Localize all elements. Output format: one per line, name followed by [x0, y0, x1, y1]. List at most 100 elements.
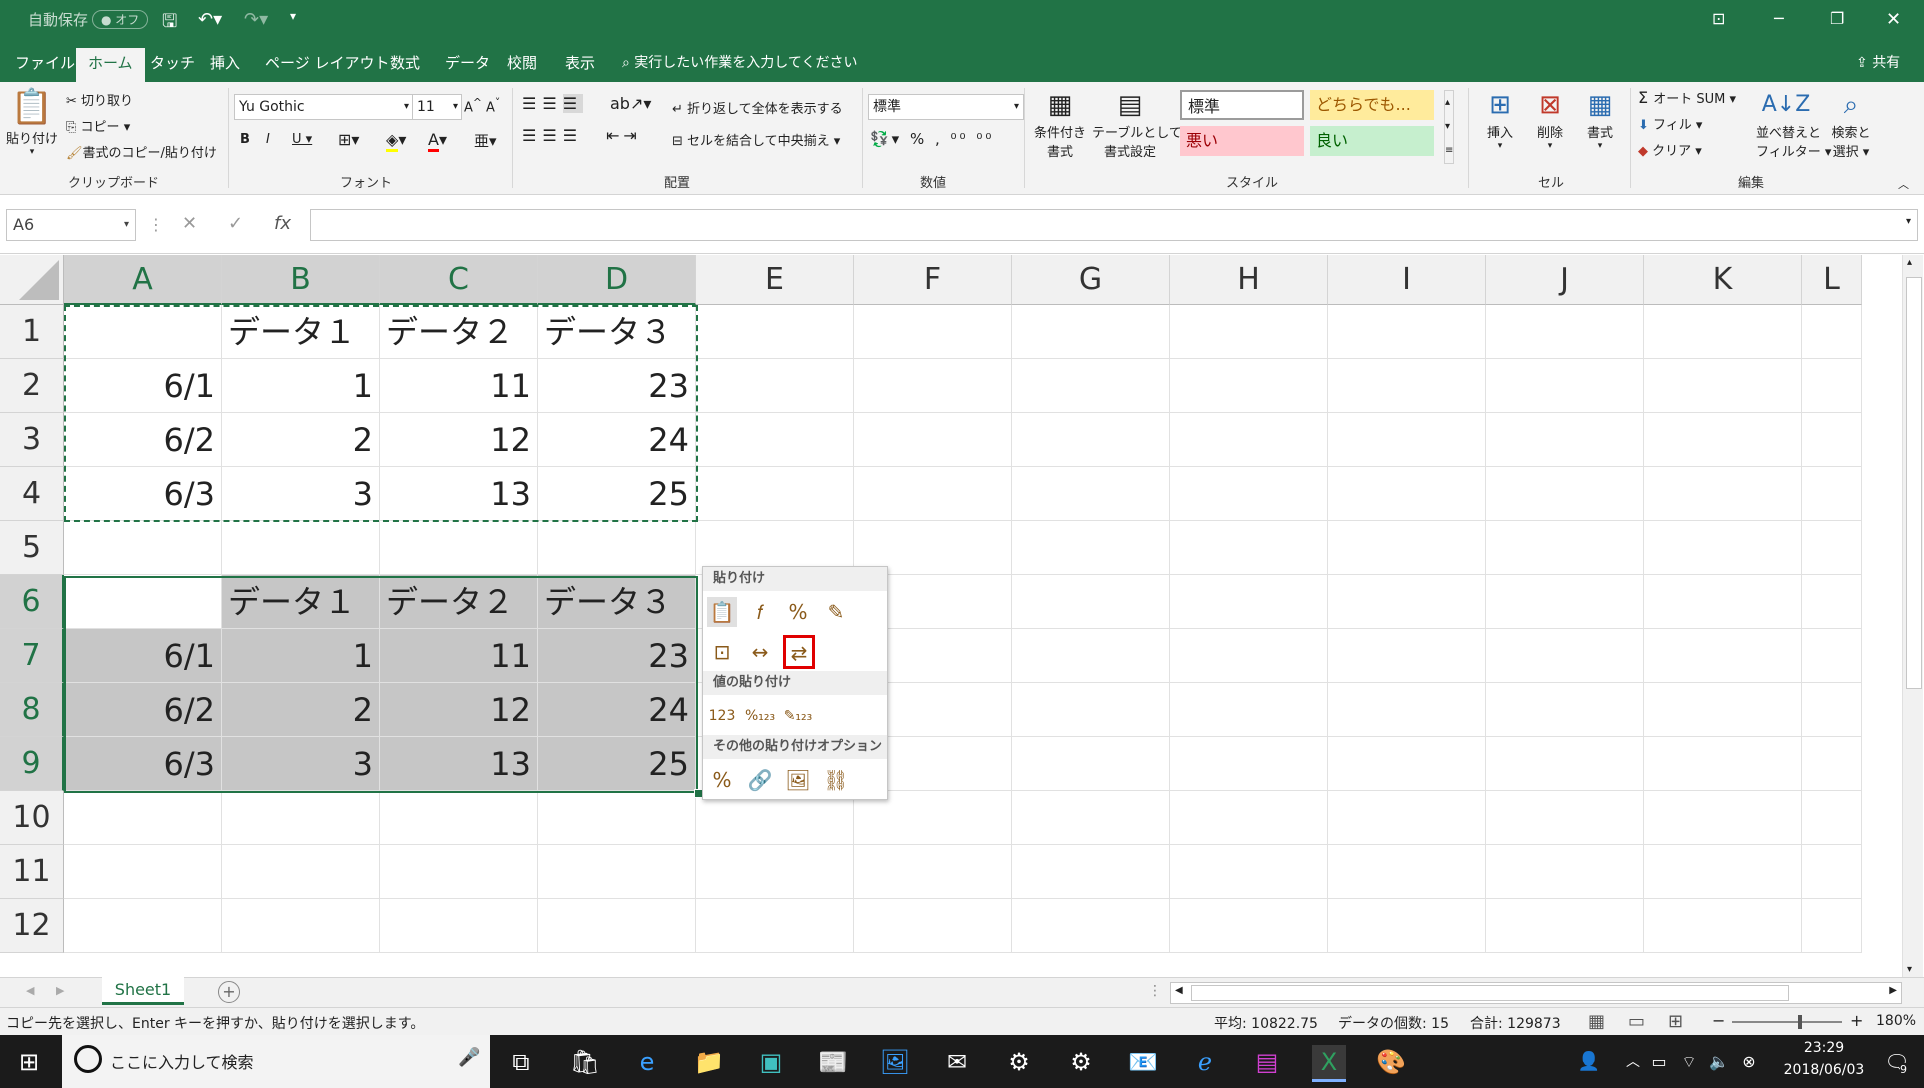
tab-insert[interactable]: 挿入	[210, 52, 240, 82]
minimize-icon[interactable]: ─	[1774, 9, 1784, 28]
column-header-g[interactable]: G	[1012, 255, 1170, 305]
scroll-thumb[interactable]	[1906, 277, 1922, 689]
cell-k6[interactable]	[1644, 575, 1802, 629]
customize-qat-icon[interactable]: ▾	[290, 9, 296, 23]
cell-b5[interactable]	[222, 521, 380, 575]
cell-k10[interactable]	[1644, 791, 1802, 845]
cell-c5[interactable]	[380, 521, 538, 575]
column-header-j[interactable]: J	[1486, 255, 1644, 305]
cell-g10[interactable]	[1012, 791, 1170, 845]
number-format-select[interactable]: 標準 ▾	[868, 94, 1024, 120]
delete-cells-button[interactable]: ⊠ 削除 ▾	[1528, 88, 1572, 151]
cell-l8[interactable]	[1802, 683, 1862, 737]
cell-b8[interactable]: 2	[222, 683, 380, 737]
cell-d7[interactable]: 23	[538, 629, 696, 683]
h-scroll-thumb[interactable]	[1191, 985, 1789, 1001]
cell-j12[interactable]	[1486, 899, 1644, 953]
italic-button[interactable]: I	[266, 132, 270, 147]
battery-icon[interactable]: ▭	[1642, 1045, 1676, 1079]
scroll-up-icon[interactable]: ▴	[1907, 257, 1912, 268]
cell-d4[interactable]: 25	[538, 467, 696, 521]
cell-b9[interactable]: 3	[222, 737, 380, 791]
cell-h6[interactable]	[1170, 575, 1328, 629]
find-select-button[interactable]: ⌕ 検索と 選択 ▾	[1826, 88, 1876, 160]
cell-i11[interactable]	[1328, 845, 1486, 899]
tell-me-box[interactable]: ⌕ 実行したい作業を入力してください	[622, 52, 857, 82]
underline-button[interactable]: U ▾	[292, 132, 312, 147]
keep-source-formatting-icon[interactable]: ✎	[821, 597, 851, 627]
redo-icon[interactable]: ↷▾	[244, 9, 268, 30]
cell-j3[interactable]	[1486, 413, 1644, 467]
cell-f3[interactable]	[854, 413, 1012, 467]
cell-d2[interactable]: 23	[538, 359, 696, 413]
cell-a6[interactable]	[64, 575, 222, 629]
cell-l2[interactable]	[1802, 359, 1862, 413]
clock-date[interactable]: 2018/06/03	[1774, 1062, 1874, 1078]
vertical-scrollbar[interactable]: ▴ ▾	[1902, 255, 1923, 977]
cell-i5[interactable]	[1328, 521, 1486, 575]
cell-d5[interactable]	[538, 521, 696, 575]
cell-g9[interactable]	[1012, 737, 1170, 791]
page-layout-view-icon[interactable]: ▭	[1628, 1011, 1645, 1032]
cell-j1[interactable]	[1486, 305, 1644, 359]
paste-icon[interactable]: 📋	[707, 597, 737, 627]
save-icon[interactable]: 🖫	[162, 9, 177, 39]
cell-c10[interactable]	[380, 791, 538, 845]
undo-icon[interactable]: ↶▾	[198, 9, 222, 30]
cell-k9[interactable]	[1644, 737, 1802, 791]
cell-g4[interactable]	[1012, 467, 1170, 521]
cell-c7[interactable]: 11	[380, 629, 538, 683]
cell-e3[interactable]	[696, 413, 854, 467]
cell-a9[interactable]: 6/3	[64, 737, 222, 791]
column-header-h[interactable]: H	[1170, 255, 1328, 305]
zoom-slider-thumb[interactable]	[1798, 1015, 1802, 1029]
style-neutral[interactable]: どちらでも...	[1310, 90, 1434, 120]
horizontal-align-icons[interactable]: ☰☰☰	[522, 126, 583, 145]
people-icon[interactable]: 👤	[1572, 1045, 1606, 1079]
edge-icon[interactable]: e	[630, 1045, 664, 1079]
paste-picture-icon[interactable]: 🖼	[783, 765, 813, 795]
cell-g7[interactable]	[1012, 629, 1170, 683]
task-view-icon[interactable]: ⧉	[504, 1045, 538, 1079]
cell-f1[interactable]	[854, 305, 1012, 359]
row-header-11[interactable]: 11	[0, 845, 64, 899]
row-header-5[interactable]: 5	[0, 521, 64, 575]
cell-i8[interactable]	[1328, 683, 1486, 737]
outlook-icon[interactable]: 📧	[1126, 1045, 1160, 1079]
cell-g8[interactable]	[1012, 683, 1170, 737]
cell-h9[interactable]	[1170, 737, 1328, 791]
news-icon[interactable]: 📰	[816, 1045, 850, 1079]
cell-b2[interactable]: 1	[222, 359, 380, 413]
cell-g1[interactable]	[1012, 305, 1170, 359]
cell-f11[interactable]	[854, 845, 1012, 899]
tab-page-layout[interactable]: ページ レイアウト	[265, 52, 389, 82]
paste-button[interactable]: 📋 貼り付け ▾	[6, 86, 58, 157]
cell-a10[interactable]	[64, 791, 222, 845]
cell-h1[interactable]	[1170, 305, 1328, 359]
page-break-view-icon[interactable]: ⊞	[1668, 1011, 1683, 1032]
cell-h11[interactable]	[1170, 845, 1328, 899]
cell-j5[interactable]	[1486, 521, 1644, 575]
cell-b4[interactable]: 3	[222, 467, 380, 521]
paste-formulas-number-format-icon[interactable]: %	[783, 597, 813, 627]
gear-app-icon[interactable]: ⚙	[1002, 1045, 1036, 1079]
conditional-format-button[interactable]: ▦ 条件付き 書式	[1032, 88, 1088, 160]
cell-k1[interactable]	[1644, 305, 1802, 359]
cell-c12[interactable]	[380, 899, 538, 953]
clear-button[interactable]: ◆ クリア ▾	[1638, 140, 1702, 159]
cell-j11[interactable]	[1486, 845, 1644, 899]
paint-icon[interactable]: 🎨	[1374, 1045, 1408, 1079]
cell-f12[interactable]	[854, 899, 1012, 953]
cell-j4[interactable]	[1486, 467, 1644, 521]
excel-icon[interactable]: X	[1312, 1045, 1346, 1082]
insert-cells-button[interactable]: ⊞ 挿入 ▾	[1478, 88, 1522, 151]
style-normal[interactable]: 標準	[1180, 90, 1304, 120]
cell-h5[interactable]	[1170, 521, 1328, 575]
settings-icon[interactable]: ⚙	[1064, 1045, 1098, 1079]
cell-j10[interactable]	[1486, 791, 1644, 845]
cell-i10[interactable]	[1328, 791, 1486, 845]
font-size-select[interactable]: 11 ▾	[412, 94, 462, 120]
cell-j8[interactable]	[1486, 683, 1644, 737]
confirm-icon[interactable]: ✓	[228, 213, 243, 234]
wifi-icon[interactable]: ⌔	[1672, 1045, 1706, 1079]
